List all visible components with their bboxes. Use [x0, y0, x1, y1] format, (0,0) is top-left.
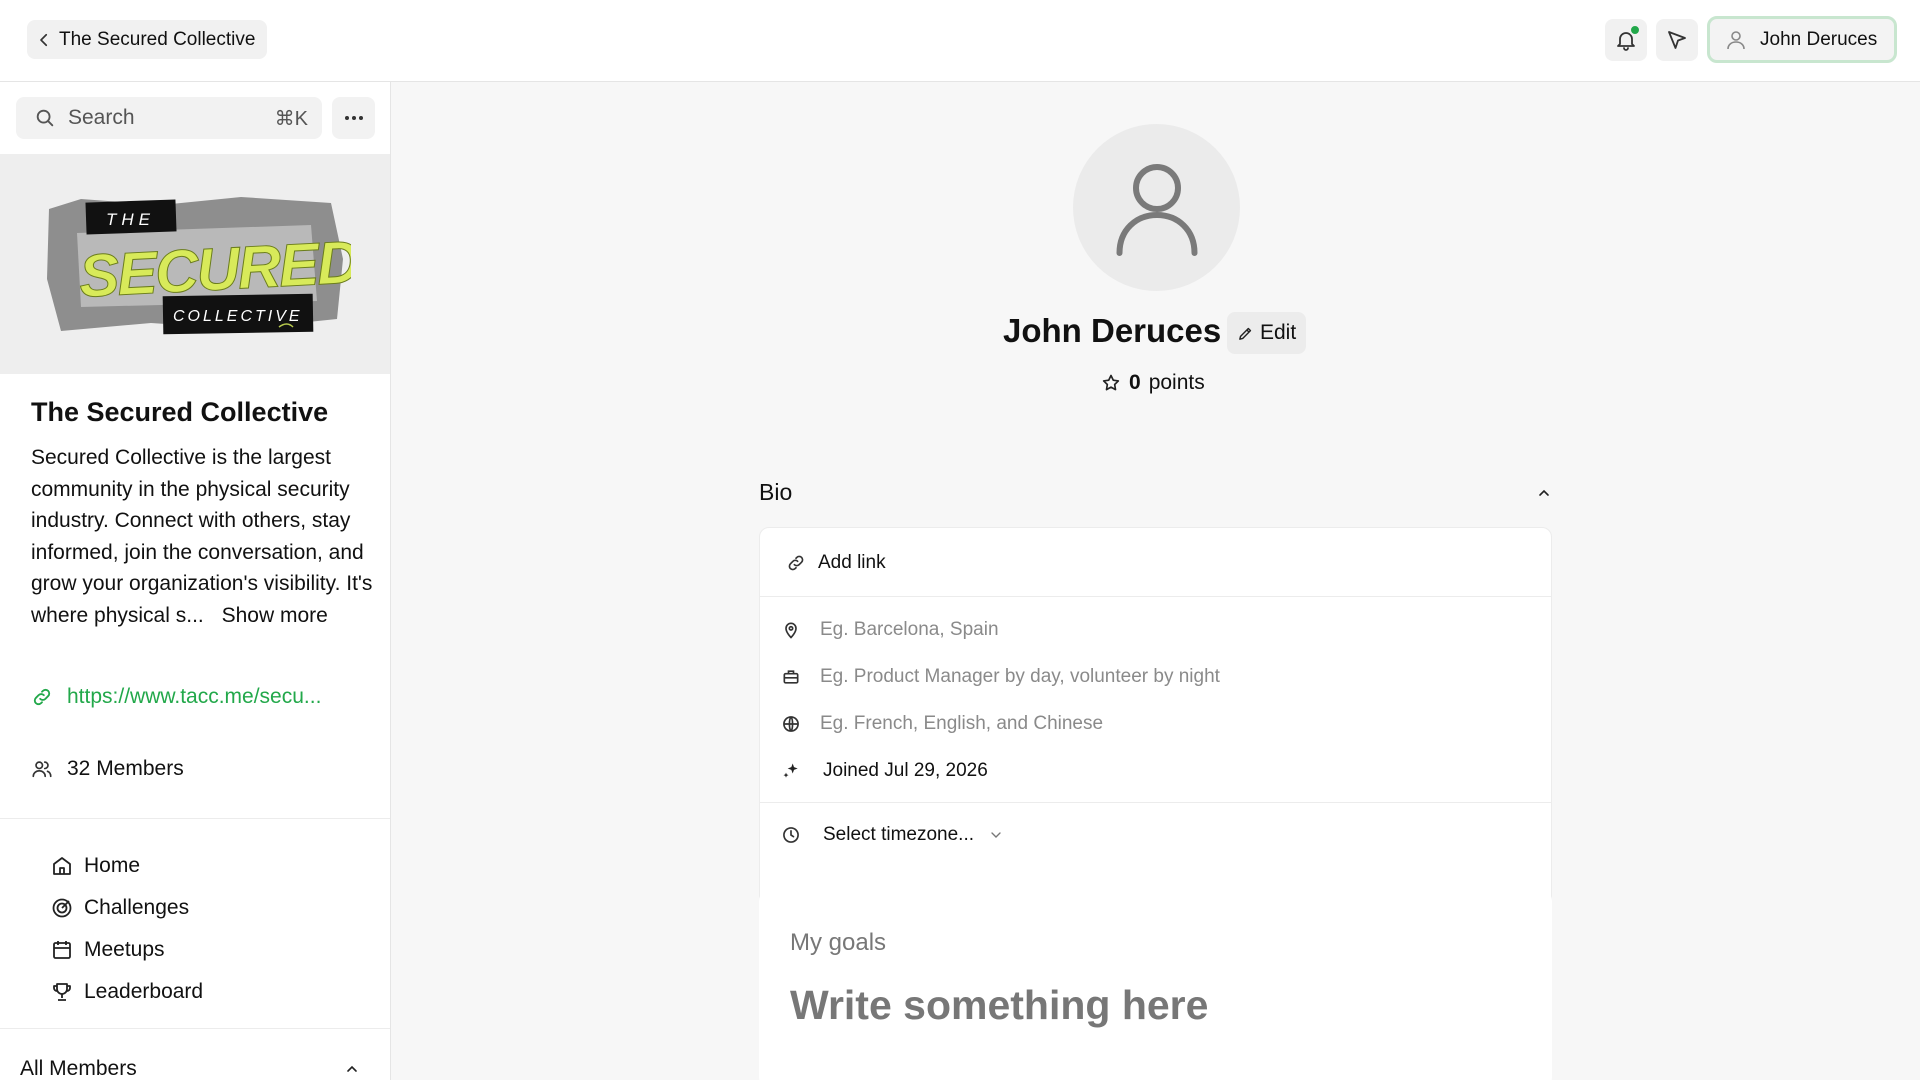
all-members-section-toggle[interactable]: All Members [20, 1057, 360, 1080]
members-count-label: 32 Members [67, 757, 184, 780]
back-button-label: The Secured Collective [59, 28, 256, 50]
svg-text:THE: THE [106, 210, 155, 229]
bio-heading: Bio [759, 479, 793, 505]
points-value: 0 [1129, 371, 1141, 394]
community-logo: THE SECURED COLLECTIVE [46, 197, 351, 335]
joined-date: Joined Jul 29, 2026 [760, 756, 1551, 786]
sidebar-divider [0, 818, 390, 819]
profile-main: John Deruces Edit 0 points Bio Add link … [391, 82, 1920, 1080]
community-link-text: https://www.tacc.me/secu... [67, 685, 322, 708]
community-description-text: Secured Collective is the largest commun… [31, 446, 373, 627]
edit-profile-button[interactable]: Edit [1227, 312, 1307, 354]
nav-item-challenges[interactable]: Challenges [50, 887, 203, 929]
points-display: 0 points [1101, 371, 1205, 395]
nav-item-meetups[interactable]: Meetups [50, 929, 203, 971]
send-arrow-icon [1668, 31, 1686, 49]
nav-item-label: Leaderboard [84, 980, 204, 1003]
pencil-icon [1239, 327, 1252, 340]
top-bar: The Secured Collective John Deruces [0, 0, 1920, 82]
back-to-community-button[interactable]: The Secured Collective [27, 20, 268, 59]
search-placeholder: Search [68, 106, 135, 129]
edit-label: Edit [1260, 321, 1297, 344]
add-link-label: Add link [818, 552, 886, 573]
community-banner: THE SECURED COLLECTIVE [0, 154, 390, 374]
all-members-label: All Members [20, 1057, 137, 1080]
location-placeholder: Eg. Barcelona, Spain [820, 619, 999, 640]
search-input[interactable]: Search ⌘K [16, 97, 322, 139]
trophy-icon [53, 983, 71, 1001]
chevron-down-icon [991, 832, 1001, 838]
joined-label: Joined Jul 29, 2026 [823, 760, 988, 781]
profile-avatar[interactable] [1073, 124, 1240, 291]
occupation-placeholder: Eg. Product Manager by day, volunteer by… [820, 666, 1220, 687]
users-icon [32, 761, 52, 778]
user-icon [1116, 163, 1197, 256]
languages-field[interactable]: Eg. French, English, and Chinese [760, 709, 1551, 739]
members-count[interactable]: 32 Members [31, 757, 184, 781]
timezone-select-label: Select timezone... [823, 824, 975, 845]
card-divider [760, 802, 1551, 803]
star-icon [1102, 374, 1120, 391]
nav-item-leaderboard[interactable]: Leaderboard [50, 971, 203, 1013]
sidebar: Search ⌘K THE SECURED COLLECTIVE The Sec… [0, 82, 391, 1080]
chevron-up-icon [347, 1065, 357, 1072]
points-label: points [1148, 371, 1205, 394]
languages-placeholder: Eg. French, English, and Chinese [820, 713, 1104, 734]
ellipsis-icon [344, 116, 363, 120]
sidebar-divider [0, 1028, 390, 1029]
timezone-select[interactable]: Select timezone... [760, 820, 1551, 850]
sidebar-nav: Home Challenges Meetups Leaderboard [50, 845, 203, 1013]
nav-item-label: Challenges [84, 896, 190, 919]
goals-editor-placeholder[interactable]: Write something here [790, 982, 1208, 1029]
briefcase-icon [783, 670, 799, 684]
notification-dot [1629, 24, 1641, 36]
clock-icon [783, 827, 799, 843]
show-more-link[interactable]: Show more [222, 604, 328, 627]
more-options-button[interactable] [332, 97, 375, 139]
add-link-button[interactable]: Add link [760, 548, 1551, 578]
globe-icon [783, 716, 799, 732]
community-website-link[interactable]: https://www.tacc.me/secu... [31, 685, 321, 709]
location-field[interactable]: Eg. Barcelona, Spain [760, 615, 1551, 645]
home-icon [53, 857, 71, 875]
link-icon [788, 555, 804, 571]
search-icon [36, 109, 54, 127]
user-icon [1727, 30, 1745, 49]
link-icon [33, 688, 51, 706]
profile-name: John Deruces [1003, 312, 1222, 349]
chevron-up-icon [1539, 489, 1549, 496]
community-title: The Secured Collective [31, 397, 329, 427]
bio-card: Add link Eg. Barcelona, Spain Eg. Produc… [759, 527, 1552, 947]
user-menu-button[interactable]: John Deruces [1707, 16, 1897, 63]
user-name: John Deruces [1760, 28, 1878, 50]
notifications-button[interactable] [1605, 19, 1647, 61]
search-shortcut: ⌘K [274, 107, 308, 130]
bio-section-toggle[interactable]: Bio [759, 479, 1552, 506]
goals-card[interactable]: My goals Write something here [759, 889, 1552, 1080]
calendar-icon [53, 941, 71, 959]
nav-item-label: Meetups [84, 938, 165, 961]
goals-label: My goals [790, 929, 887, 956]
community-description: Secured Collective is the largest commun… [31, 442, 376, 631]
svg-text:COLLECTIVE: COLLECTIVE [173, 308, 303, 325]
target-icon [52, 898, 72, 918]
card-divider [760, 596, 1551, 597]
nav-item-home[interactable]: Home [50, 845, 203, 887]
nav-item-label: Home [84, 854, 141, 877]
chevron-left-icon [40, 33, 48, 46]
sparkles-icon [783, 763, 798, 778]
occupation-field[interactable]: Eg. Product Manager by day, volunteer by… [760, 662, 1551, 692]
map-pin-icon [785, 622, 797, 639]
send-button[interactable] [1656, 19, 1698, 61]
